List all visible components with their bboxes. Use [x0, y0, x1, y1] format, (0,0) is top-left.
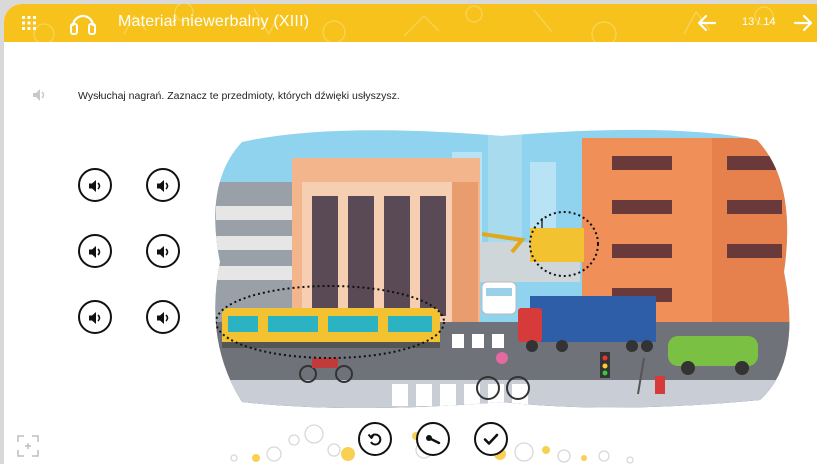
city-street-illustration — [215, 129, 790, 408]
reset-icon — [367, 433, 382, 446]
arrow-left-icon[interactable] — [696, 12, 718, 34]
instruction-text: Wysłuchaj nagrań. Zaznacz te przedmioty,… — [78, 90, 400, 102]
page-indicator: 13 / 14 — [742, 16, 776, 28]
speaker-icon — [89, 312, 101, 324]
instruction-speaker-icon[interactable] — [32, 88, 48, 102]
reset-button[interactable] — [358, 422, 392, 456]
hint-key-button[interactable] — [416, 422, 450, 456]
fullscreen-icon[interactable] — [16, 434, 40, 458]
sound-button-3[interactable] — [78, 234, 112, 268]
check-button[interactable] — [474, 422, 508, 456]
decorative-bubbles — [230, 424, 634, 464]
sound-button-4[interactable] — [146, 234, 180, 268]
sound-button-2[interactable] — [146, 168, 180, 202]
menu-grid-icon[interactable] — [20, 14, 38, 32]
sound-button-5[interactable] — [78, 300, 112, 334]
speaker-icon — [89, 246, 101, 258]
sound-button-1[interactable] — [78, 168, 112, 202]
headphones-icon — [70, 14, 96, 35]
speaker-icon — [157, 246, 169, 258]
sound-button-6[interactable] — [146, 300, 180, 334]
exercise-window: Materiał niewerbalny (XIII) 13 / 14 Wysł… — [4, 4, 817, 464]
speaker-icon — [157, 312, 169, 324]
top-bar: Materiał niewerbalny (XIII) 13 / 14 — [4, 4, 817, 42]
key-icon — [426, 435, 441, 445]
page-title: Materiał niewerbalny (XIII) — [118, 13, 310, 30]
speaker-icon — [157, 180, 169, 192]
arrow-right-icon[interactable] — [792, 12, 814, 34]
speaker-icon — [89, 180, 101, 192]
check-icon — [483, 433, 499, 445]
